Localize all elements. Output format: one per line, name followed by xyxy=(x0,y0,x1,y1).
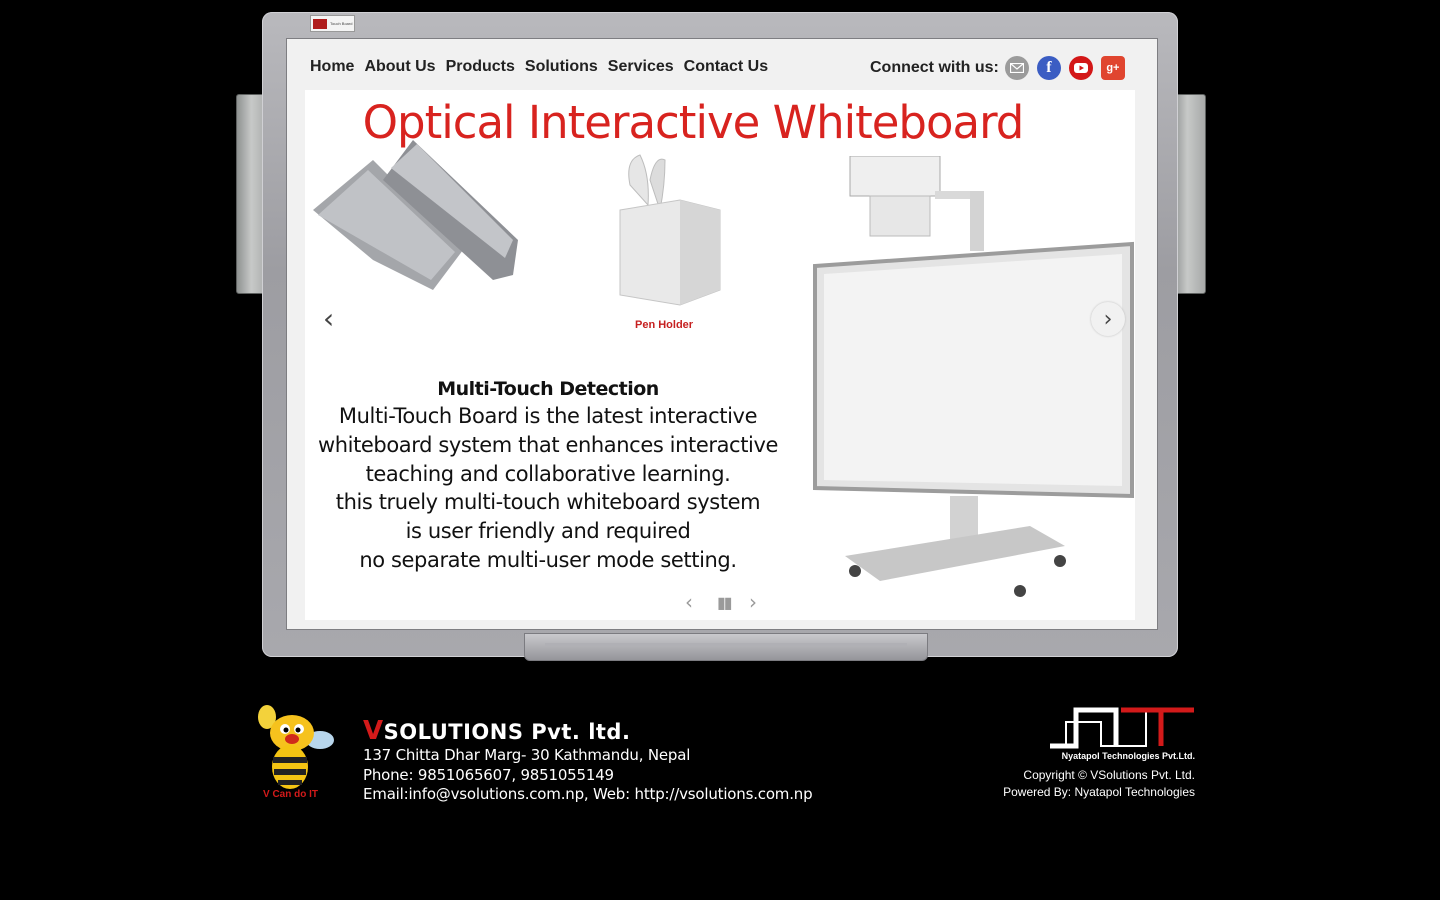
pen-holder-image xyxy=(619,154,721,306)
brand-tag-text: Touch Board xyxy=(330,21,353,26)
company-name: VSOLUTIONS Pvt. ltd. xyxy=(363,716,812,746)
feature-line: whiteboard system that enhances interact… xyxy=(317,432,779,457)
main-nav: Home About Us Products Solutions Service… xyxy=(310,58,768,76)
bee-mascot-logo: V Can do IT xyxy=(258,705,334,800)
slider-pause-icon[interactable]: ▮▮ xyxy=(717,593,733,612)
slider-next-arrow-icon[interactable]: › xyxy=(1091,302,1125,336)
company-info: VSOLUTIONS Pvt. ltd. 137 Chitta Dhar Mar… xyxy=(363,716,813,805)
connect-label: Connect with us: xyxy=(870,59,999,76)
pen-holder-caption: Pen Holder xyxy=(635,319,694,331)
slider-prev-control-icon[interactable]: ‹ xyxy=(685,590,693,614)
sensor-bars-image xyxy=(313,140,518,290)
facebook-icon[interactable]: f xyxy=(1036,56,1061,80)
footer-credits: Copyright © VSolutions Pvt. Ltd. Powered… xyxy=(1003,767,1195,801)
company-address: 137 Chitta Dhar Marg- 30 Kathmandu, Nepa… xyxy=(363,746,691,764)
youtube-icon[interactable] xyxy=(1068,56,1093,80)
slider-next-control-icon[interactable]: › xyxy=(749,590,757,614)
nav-products[interactable]: Products xyxy=(446,58,515,76)
nav-home[interactable]: Home xyxy=(310,58,354,76)
feature-line: Multi-Touch Board is the latest interact… xyxy=(338,404,758,428)
connect-bar: Connect with us: f g+ xyxy=(870,56,1125,80)
mail-icon[interactable] xyxy=(1004,56,1029,80)
company-name-v: V xyxy=(363,716,384,746)
company-phone: Phone: 9851065607, 9851055149 xyxy=(363,765,614,784)
brand-tag-logo xyxy=(313,18,327,29)
nav-services[interactable]: Services xyxy=(608,58,674,76)
nyatapol-name: Nyatapol Technologies Pvt.Ltd. xyxy=(1061,751,1195,761)
hero-slider: Optical Interactive Whiteboard Pen Holde… xyxy=(305,90,1135,620)
feature-line: is user friendly and required xyxy=(405,519,691,544)
google-plus-icon[interactable]: g+ xyxy=(1100,56,1125,80)
slider-prev-arrow-icon[interactable]: ‹ xyxy=(323,302,334,335)
whiteboard-stand-image xyxy=(813,156,1134,597)
nav-solutions[interactable]: Solutions xyxy=(525,58,598,76)
bee-tagline: V Can do IT xyxy=(263,789,318,800)
pen-tray xyxy=(524,633,928,661)
board-brand-tag: Touch Board xyxy=(310,15,355,32)
company-name-rest: SOLUTIONS Pvt. ltd. xyxy=(383,720,631,744)
feature-line: this truely multi-touch whiteboard syste… xyxy=(335,490,761,515)
nav-about-us[interactable]: About Us xyxy=(364,58,435,76)
company-email-web: Email:info@vsolutions.com.np, Web: http:… xyxy=(363,785,813,803)
copyright-text: Copyright © VSolutions Pvt. Ltd. xyxy=(1023,768,1195,782)
feature-line: no separate multi-user mode setting. xyxy=(359,547,737,572)
feature-description: Multi-Touch Board is the latest interact… xyxy=(305,402,791,575)
powered-by-text[interactable]: Powered By: Nyatapol Technologies xyxy=(1003,784,1195,801)
feature-title: Multi-Touch Detection xyxy=(437,378,659,400)
feature-line: teaching and collaborative learning. xyxy=(365,461,731,486)
nav-contact-us[interactable]: Contact Us xyxy=(684,58,768,76)
